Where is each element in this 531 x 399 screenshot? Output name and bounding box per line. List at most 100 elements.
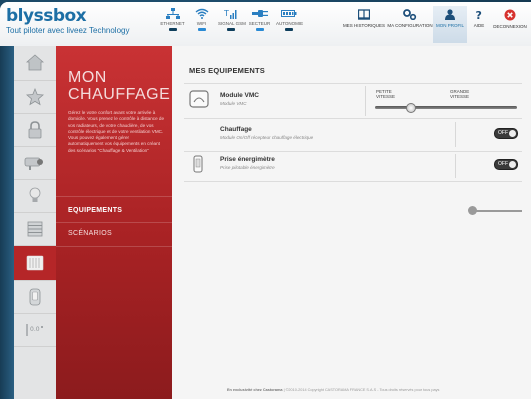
divider (56, 222, 172, 223)
power-plug-icon (251, 10, 268, 17)
star-icon (26, 88, 44, 106)
nav-profil-label: MON PROFIL (435, 23, 464, 28)
section-title-line2: CHAUFFAGE (68, 86, 171, 103)
battery-icon (280, 10, 296, 17)
divider (184, 181, 522, 182)
svg-text:T: T (224, 9, 229, 18)
divider (365, 86, 366, 116)
divider (184, 151, 522, 152)
gsm-signal-icon: T (224, 9, 236, 19)
vmc-icon (189, 90, 209, 108)
nav-historiques-label: MES HISTORIQUES (343, 23, 385, 28)
chauffage-subtitle: Module On/Off récepteur chauffage électr… (220, 135, 314, 140)
chauffage-toggle-label: OFF (498, 130, 508, 136)
logout-icon (504, 9, 516, 21)
divider (56, 246, 172, 247)
sensor-icon: 0.0 (26, 324, 43, 336)
sidebar-item-camera[interactable] (14, 147, 56, 180)
sidebar-item-capteurs[interactable]: 0.0 (14, 314, 56, 347)
vmc-speed-slider-knob[interactable] (405, 103, 416, 113)
prise-subtitle: Prise pilotable énergimètre (220, 165, 275, 170)
nav-aide-label: AIDE (473, 23, 485, 28)
camera-icon (24, 157, 43, 170)
footer-copyright: ©2010-2014 Copyright CASTORAMA FRANCE S.… (285, 388, 440, 392)
divider (184, 83, 522, 84)
wifi-icon (195, 8, 208, 19)
top-nav: MES HISTORIQUES MA CONFIGURATION MON PRO… (341, 6, 529, 43)
nav-configuration[interactable]: MA CONFIGURATION (387, 8, 433, 43)
status-ethernet: ETHERNET (160, 8, 185, 31)
lock-icon (28, 121, 42, 139)
connector-line (472, 210, 522, 212)
vmc-subtitle: Module VMC (220, 101, 247, 106)
status-bar: ETHERNET WIFI T SIGNAL GSM SECTEUR AUTON… (160, 8, 304, 31)
equipment-list: MES EQUIPEMENTS Module VMC Module VMC PE… (172, 46, 531, 399)
left-edge (0, 46, 14, 399)
page-title: MES EQUIPEMENTS (189, 66, 265, 75)
status-ethernet-indicator (168, 28, 177, 31)
status-gsm: T SIGNAL GSM (218, 8, 246, 31)
user-icon (445, 9, 455, 20)
book-icon (358, 9, 370, 20)
connector-dot (468, 206, 477, 215)
plug-icon (29, 288, 41, 306)
status-wifi-indicator (197, 28, 206, 31)
sidebar-item-prises[interactable] (14, 281, 56, 314)
vmc-speed-slider[interactable] (375, 106, 517, 109)
bulb-icon (29, 187, 41, 202)
status-secteur-indicator (255, 28, 264, 31)
sidebar-item-chauffage[interactable] (14, 246, 56, 281)
divider (56, 196, 172, 197)
status-wifi-label: WIFI (196, 21, 207, 26)
divider (455, 122, 456, 147)
top-header: blyssbox Tout piloter avec liveez Techno… (0, 2, 531, 47)
prise-toggle-label: OFF (498, 161, 508, 167)
heater-icon (26, 255, 44, 271)
status-secteur-label: SECTEUR (248, 21, 271, 26)
status-gsm-label: SIGNAL GSM (218, 21, 246, 26)
footer-left: En exclusivité chez Castorama (227, 388, 283, 392)
brand-logo: blyssbox (6, 6, 87, 26)
menu-scenarios[interactable]: SCÉNARIOS (68, 230, 112, 237)
nav-aide[interactable]: ? AIDE (467, 8, 491, 43)
divider (455, 154, 456, 178)
brand: blyssbox Tout piloter avec liveez Techno… (6, 7, 129, 35)
svg-text:?: ? (476, 9, 482, 20)
prise-toggle[interactable]: OFF (494, 159, 518, 170)
app-screen: blyssbox Tout piloter avec liveez Techno… (0, 2, 531, 399)
status-gsm-indicator (226, 28, 235, 31)
nav-historiques[interactable]: MES HISTORIQUES (341, 8, 387, 43)
help-icon: ? (476, 9, 482, 20)
section-title-line1: MON (68, 69, 107, 86)
status-autonomie: AUTONOMIE (276, 8, 304, 31)
sidebar-item-home[interactable] (14, 46, 56, 81)
vmc-title: Module VMC (220, 92, 259, 99)
footer: En exclusivité chez Castorama | ©2010-20… (227, 388, 527, 392)
section-description: Gérez le votre confort avant votre arriv… (68, 110, 165, 153)
svg-text:0.0: 0.0 (30, 326, 40, 333)
shutter-icon (27, 221, 43, 237)
sidebar-item-volets[interactable] (14, 213, 56, 246)
section-panel: MON CHAUFFAGE Gérez le votre confort ava… (56, 46, 172, 399)
vmc-speed-low-label: PETITE VITESSE (376, 89, 396, 99)
vmc-speed-high-label: GRANDE VITESSE (450, 89, 470, 99)
plug-icon (193, 155, 203, 173)
nav-deconnexion-label: DECONNEXION (493, 24, 527, 29)
status-secteur: SECTEUR (247, 8, 272, 31)
sidebar-item-favoris[interactable] (14, 81, 56, 114)
status-wifi: WIFI (189, 8, 214, 31)
menu-equipements[interactable]: EQUIPEMENTS (68, 207, 122, 214)
nav-deconnexion[interactable]: DECONNEXION (491, 8, 529, 43)
brand-tagline: Tout piloter avec liveez Technology (6, 26, 130, 35)
nav-configuration-label: MA CONFIGURATION (387, 23, 433, 28)
sidebar-item-securite[interactable] (14, 114, 56, 147)
sidebar-item-eclairage[interactable] (14, 180, 56, 213)
section-title: MON CHAUFFAGE (68, 69, 170, 103)
chauffage-toggle[interactable]: OFF (494, 128, 518, 139)
category-sidebar: 0.0 (14, 46, 57, 399)
nav-profil[interactable]: MON PROFIL (433, 6, 467, 43)
status-autonomie-label: AUTONOMIE (276, 21, 304, 26)
toggle-knob (509, 130, 516, 137)
toggle-knob (509, 161, 516, 168)
status-autonomie-indicator (284, 28, 293, 31)
